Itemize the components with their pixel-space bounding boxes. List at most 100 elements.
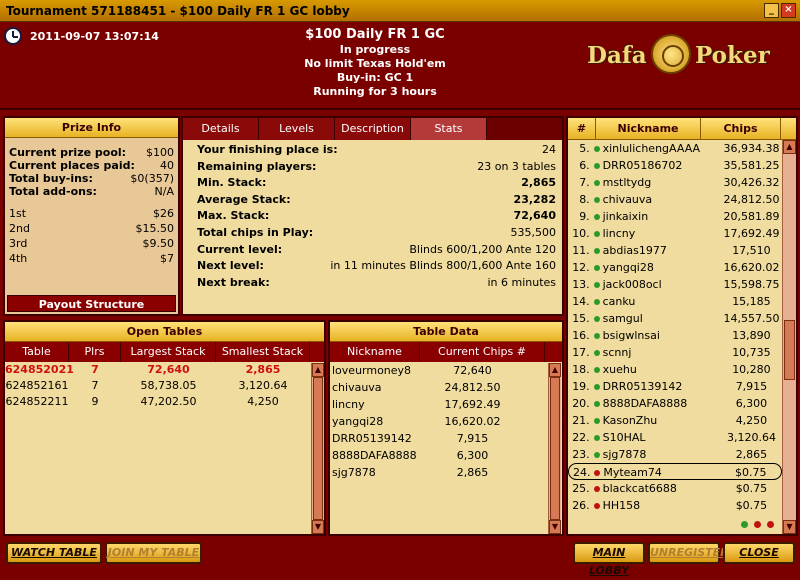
player-row[interactable]: 11. abdias1977 17,510: [568, 242, 782, 259]
scroll-up-icon[interactable]: ▲: [549, 363, 561, 377]
coin-icon: [651, 34, 691, 74]
header-current-chips[interactable]: Current Chips #: [420, 342, 545, 362]
header-largest-stack[interactable]: Largest Stack: [121, 342, 216, 362]
player-row[interactable]: 22. S10HAL 3,120.64: [568, 429, 782, 446]
online-icon: [593, 214, 600, 220]
eliminated-icon: [593, 503, 600, 509]
player-row[interactable]: 10. lincny 17,692.49: [568, 225, 782, 242]
header-nickname[interactable]: Nickname: [330, 342, 420, 362]
red-dot-icon: [767, 521, 774, 528]
open-tables-panel: Open Tables Table Plrs Largest Stack Sma…: [3, 320, 326, 536]
join-my-table-button[interactable]: JOIN MY TABLE: [105, 542, 202, 564]
tab-stats[interactable]: Stats: [411, 118, 487, 140]
red-dot-icon: [754, 521, 761, 528]
tournament-status: In progress: [339, 43, 411, 56]
tab-description[interactable]: Description: [335, 118, 411, 140]
tournament-name: $100 Daily FR 1 GC: [305, 27, 445, 42]
tab-details[interactable]: Details: [183, 118, 259, 140]
player-row[interactable]: 20. 8888DAFA8888 6,300: [568, 395, 782, 412]
table-data-row[interactable]: chivauva 24,812.50: [330, 379, 562, 396]
player-row[interactable]: 23. sjg7878 2,865: [568, 446, 782, 463]
player-row[interactable]: 18. xuehu 10,280: [568, 361, 782, 378]
prize-row: Total buy-ins: $0(357): [9, 172, 174, 185]
title-bar: Tournament 571188451 - $100 Daily FR 1 G…: [0, 0, 800, 22]
stat-row: Current level: Blinds 600/1,200 Ante 120: [197, 242, 556, 256]
main-lobby-button[interactable]: MAIN LOBBY: [573, 542, 645, 577]
player-row[interactable]: 5. xinlulichengAAAA 36,934.38: [568, 140, 782, 157]
header-table[interactable]: Table: [5, 342, 69, 362]
watch-table-button[interactable]: WATCH TABLE: [6, 542, 102, 564]
player-row[interactable]: 12. yangqi28 16,620.02: [568, 259, 782, 276]
payout-structure-button[interactable]: Payout Structure: [7, 295, 176, 312]
prize-info-panel: Prize Info Current prize pool: $100 Curre…: [3, 116, 180, 316]
open-tables-title: Open Tables: [5, 322, 324, 342]
header-chips[interactable]: Chips: [701, 118, 781, 139]
table-data-row[interactable]: 8888DAFA8888 6,300: [330, 447, 562, 464]
tournament-header: 2011-09-07 13:07:14 $100 Daily FR 1 GC I…: [0, 22, 800, 110]
player-row-highlighted[interactable]: 24. Myteam74 $0.75: [568, 463, 782, 480]
stats-list: Your finishing place is: 24 Remaining pla…: [183, 140, 562, 291]
footer-bar: WATCH TABLE JOIN MY TABLE MAIN LOBBY UNR…: [0, 538, 800, 577]
clock-icon: [4, 27, 22, 45]
eliminated-icon: [594, 470, 601, 476]
table-row[interactable]: 624852021 7 72,640 2,865: [5, 362, 324, 378]
close-window-button[interactable]: ×: [781, 3, 796, 18]
player-row[interactable]: 15. samgul 14,557.50: [568, 310, 782, 327]
table-row[interactable]: 624852161 7 58,738.05 3,120.64: [5, 378, 324, 394]
unregister-button[interactable]: UNREGISTER: [648, 542, 729, 564]
table-data-row[interactable]: DRR05139142 7,915: [330, 430, 562, 447]
stat-row: Remaining players: 23 on 3 tables: [197, 159, 556, 173]
header-nickname[interactable]: Nickname: [596, 118, 701, 139]
scroll-up-icon[interactable]: ▲: [783, 140, 796, 154]
scroll-up-icon[interactable]: ▲: [312, 363, 324, 377]
prize-row: Total add-ons: N/A: [9, 185, 174, 198]
players-scrollbar[interactable]: ▲ ▼: [782, 140, 796, 534]
player-row[interactable]: 19. DRR05139142 7,915: [568, 378, 782, 395]
player-row[interactable]: 14. canku 15,185: [568, 293, 782, 310]
table-data-row[interactable]: sjg7878 2,865: [330, 464, 562, 481]
tournament-info: $100 Daily FR 1 GC In progress No limit …: [250, 27, 500, 99]
player-row[interactable]: 9. jinkaixin 20,581.89: [568, 208, 782, 225]
scroll-thumb[interactable]: [313, 377, 323, 520]
online-icon: [593, 299, 600, 305]
place-row: 1st $26: [9, 207, 174, 220]
open-tables-scrollbar[interactable]: ▲ ▼: [311, 363, 324, 534]
scroll-thumb[interactable]: [550, 377, 560, 520]
online-icon: [593, 350, 600, 356]
player-row[interactable]: 6. DRR05186702 35,581.25: [568, 157, 782, 174]
players-panel: # Nickname Chips 5. xinlulichengAAAA 36,93…: [566, 116, 798, 536]
table-data-panel: Table Data Nickname Current Chips # love…: [328, 320, 564, 536]
close-button[interactable]: CLOSE: [723, 542, 795, 564]
current-datetime: 2011-09-07 13:07:14: [30, 30, 159, 43]
stat-row: Max. Stack: 72,640: [197, 209, 556, 223]
table-data-row[interactable]: lincny 17,692.49: [330, 396, 562, 413]
player-row[interactable]: 21. KasonZhu 4,250: [568, 412, 782, 429]
player-row[interactable]: 17. scnnj 10,735: [568, 344, 782, 361]
player-row[interactable]: 7. mstltydg 30,426.32: [568, 174, 782, 191]
player-row[interactable]: 8. chivauva 24,812.50: [568, 191, 782, 208]
player-row[interactable]: 25. blackcat6688 $0.75: [568, 480, 782, 497]
minimize-button[interactable]: _: [764, 3, 779, 18]
header-rank[interactable]: #: [568, 118, 596, 139]
online-icon: [593, 367, 600, 373]
dafa-poker-logo: Dafa Poker: [585, 32, 780, 82]
table-row[interactable]: 624852211 9 47,202.50 4,250: [5, 394, 324, 410]
scroll-thumb[interactable]: [784, 320, 795, 380]
header-plrs[interactable]: Plrs: [69, 342, 121, 362]
tab-levels[interactable]: Levels: [259, 118, 335, 140]
table-data-row[interactable]: loveurmoney8 72,640: [330, 362, 562, 379]
scroll-down-icon[interactable]: ▼: [312, 520, 324, 534]
stat-row: Total chips in Play: 535,500: [197, 225, 556, 239]
scroll-down-icon[interactable]: ▼: [549, 520, 561, 534]
online-icon: [593, 180, 600, 186]
scroll-down-icon[interactable]: ▼: [783, 520, 796, 534]
player-row[interactable]: 13. jack008ocl 15,598.75: [568, 276, 782, 293]
player-row[interactable]: 26. HH158 $0.75: [568, 497, 782, 514]
eliminated-icon: [593, 486, 600, 492]
table-data-scrollbar[interactable]: ▲ ▼: [548, 363, 561, 534]
online-icon: [593, 146, 600, 152]
online-icon: [593, 333, 600, 339]
header-smallest-stack[interactable]: Smallest Stack: [216, 342, 310, 362]
player-row[interactable]: 16. bsigwlnsai 13,890: [568, 327, 782, 344]
table-data-row[interactable]: yangqi28 16,620.02: [330, 413, 562, 430]
